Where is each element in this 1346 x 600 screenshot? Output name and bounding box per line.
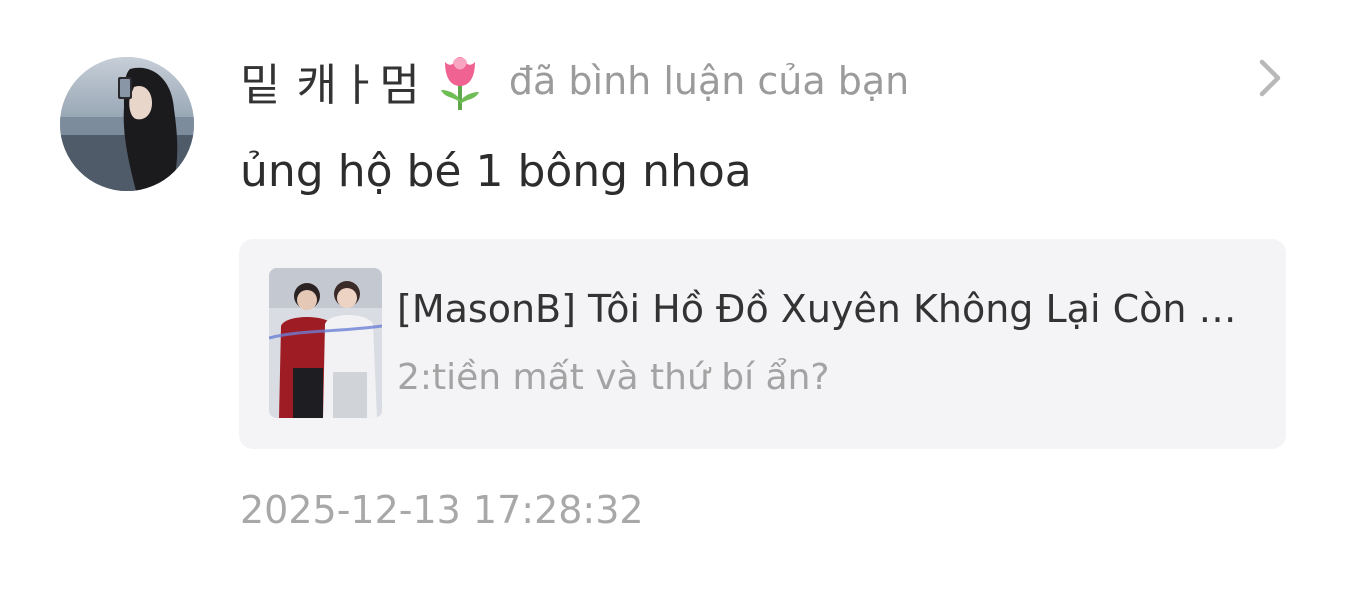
timestamp: 2025-12-13 17:28:32 [240,488,644,532]
story-cover-image [269,268,382,418]
story-chapter: 2:tiền mất và thứ bí ẩn? [397,357,830,398]
story-card[interactable]: [MasonB] Tôi Hồ Đồ Xuyên Không Lại Còn Đ… [239,239,1286,449]
tulip-icon [435,50,485,112]
username[interactable]: 밑 캐ㅏ멈 [240,49,421,113]
avatar[interactable] [60,57,194,191]
avatar-image [60,57,194,191]
notification-header: 밑 캐ㅏ멈 đã bình luận của bạn [240,50,909,112]
chevron-right-icon[interactable] [1252,58,1286,98]
action-text: đã bình luận của bạn [508,59,910,103]
comment-notification[interactable]: 밑 캐ㅏ멈 đã bình luận của bạn ủng hộ bé 1 b… [0,0,1346,600]
comment-text: ủng hộ bé 1 bông nhoa [240,146,752,197]
story-title: [MasonB] Tôi Hồ Đồ Xuyên Không Lại Còn Đ… [397,287,1257,331]
